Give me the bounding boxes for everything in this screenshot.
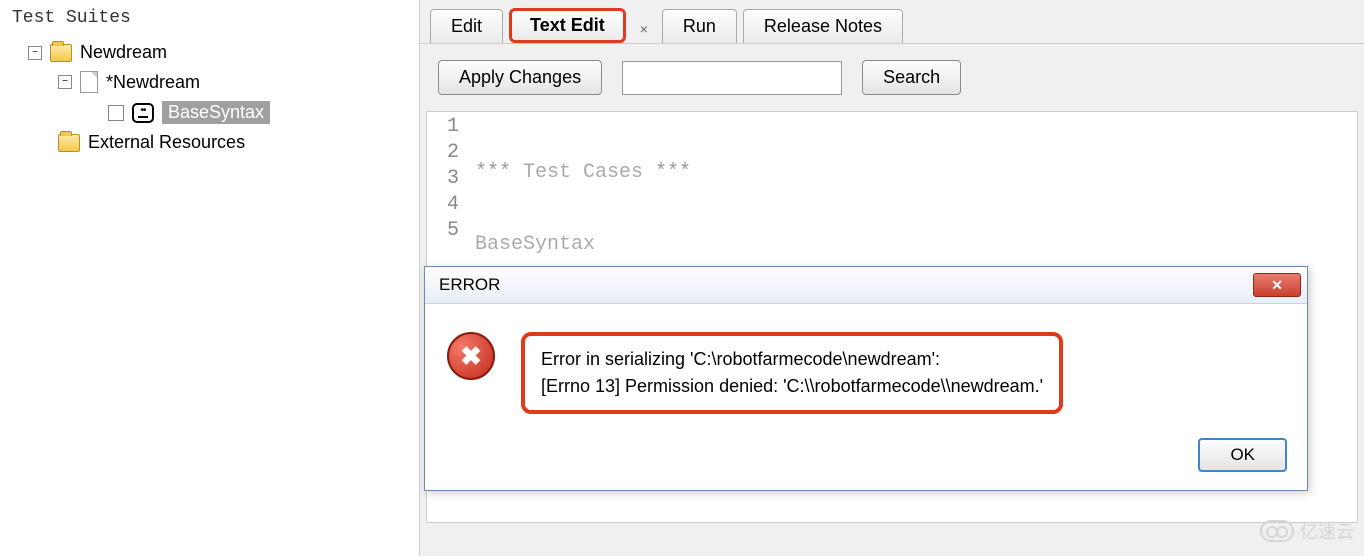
test-suites-panel: Test Suites − Newdream − *Newdream BaseS… bbox=[0, 0, 420, 556]
file-icon bbox=[80, 71, 98, 93]
tree-label: External Resources bbox=[88, 132, 245, 153]
dialog-title: ERROR bbox=[439, 275, 500, 295]
tab-close-button[interactable]: × bbox=[632, 15, 656, 43]
cloud-icon bbox=[1260, 520, 1294, 542]
tab-run[interactable]: Run bbox=[662, 9, 737, 43]
tree-node-external[interactable]: External Resources bbox=[8, 128, 419, 157]
checkbox-icon[interactable] bbox=[108, 105, 124, 121]
main-panel: Edit Text Edit × Run Release Notes Apply… bbox=[420, 0, 1364, 556]
apply-changes-button[interactable]: Apply Changes bbox=[438, 60, 602, 95]
tree-node-leaf[interactable]: BaseSyntax bbox=[8, 97, 419, 128]
collapse-icon[interactable]: − bbox=[28, 46, 42, 60]
tree-label: *Newdream bbox=[106, 72, 200, 93]
tab-bar: Edit Text Edit × Run Release Notes bbox=[420, 0, 1364, 43]
error-message: Error in serializing 'C:\robotfarmecode\… bbox=[521, 332, 1063, 414]
panel-title: Test Suites bbox=[0, 8, 419, 38]
dialog-titlebar[interactable]: ERROR ✕ bbox=[425, 267, 1307, 304]
search-input[interactable] bbox=[622, 61, 842, 95]
tree-label: Newdream bbox=[80, 42, 167, 63]
tree-node-child[interactable]: − *Newdream bbox=[8, 67, 419, 97]
tree-node-root[interactable]: − Newdream bbox=[8, 38, 419, 67]
error-icon: ✖ bbox=[447, 332, 495, 380]
folder-icon bbox=[58, 134, 80, 152]
robot-icon bbox=[132, 103, 154, 123]
error-dialog: ERROR ✕ ✖ Error in serializing 'C:\robot… bbox=[424, 266, 1308, 491]
tab-release-notes[interactable]: Release Notes bbox=[743, 9, 903, 43]
watermark: 亿速云 bbox=[1260, 518, 1354, 544]
collapse-icon[interactable]: − bbox=[58, 75, 72, 89]
folder-icon bbox=[50, 44, 72, 62]
search-button[interactable]: Search bbox=[862, 60, 961, 95]
dialog-close-button[interactable]: ✕ bbox=[1253, 273, 1301, 297]
tab-text-edit[interactable]: Text Edit bbox=[509, 8, 626, 43]
tree-label-selected: BaseSyntax bbox=[162, 101, 270, 124]
toolbar: Apply Changes Search bbox=[420, 43, 1364, 111]
ok-button[interactable]: OK bbox=[1198, 438, 1287, 472]
tab-edit[interactable]: Edit bbox=[430, 9, 503, 43]
